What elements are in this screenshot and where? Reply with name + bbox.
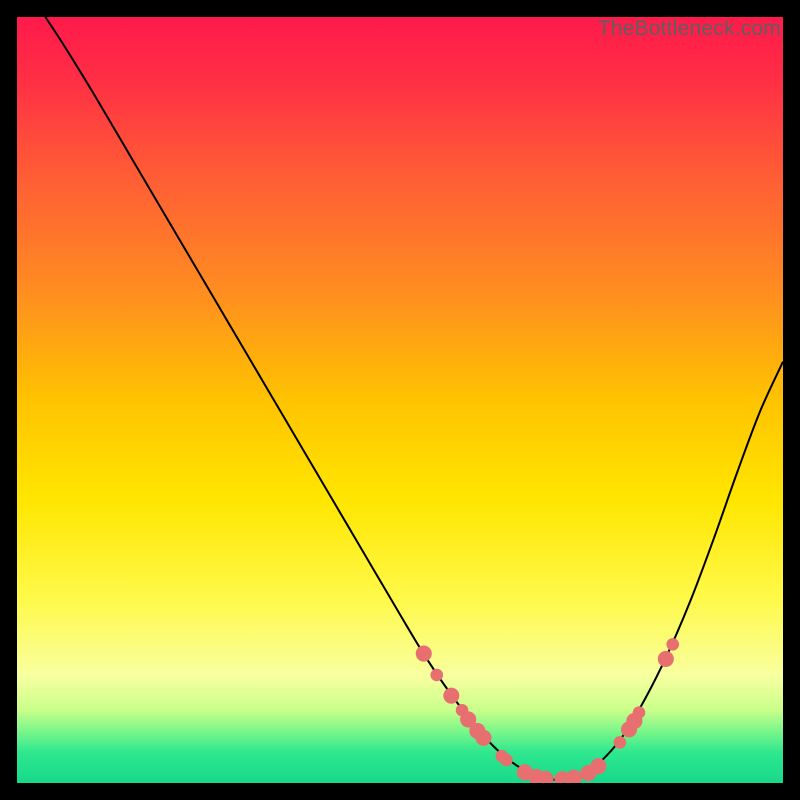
data-point	[500, 754, 513, 767]
data-point	[475, 730, 491, 746]
data-point	[614, 736, 627, 749]
data-point	[666, 638, 679, 651]
data-point	[430, 669, 443, 682]
data-point	[416, 646, 432, 662]
data-point	[658, 651, 674, 667]
chart-frame: TheBottleneck.com	[17, 17, 783, 783]
data-point	[443, 688, 459, 704]
data-point	[633, 706, 646, 719]
gradient-background	[17, 17, 783, 783]
bottleneck-chart	[17, 17, 783, 783]
data-point	[590, 758, 606, 774]
